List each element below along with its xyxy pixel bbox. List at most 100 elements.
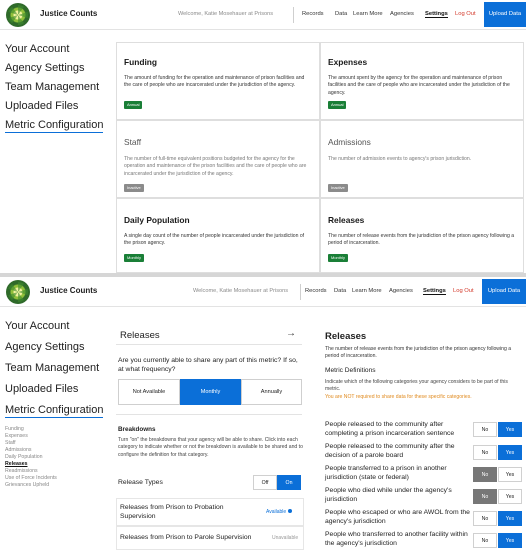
sidebar-item-metric-configuration[interactable]: Metric Configuration xyxy=(5,404,104,418)
sidebar-metric-grievances-upheld[interactable]: Grievances Upheld xyxy=(5,482,49,488)
sidebar-item-agency-settings[interactable]: Agency Settings xyxy=(5,341,85,353)
definition-yes-toggle[interactable]: Yes xyxy=(498,511,522,526)
sidebar-metric-daily-population[interactable]: Daily Population xyxy=(5,454,43,460)
header-divider xyxy=(300,284,301,300)
sidebar-metric-expenses[interactable]: Expenses xyxy=(5,433,28,439)
frequency-question: Are you currently able to share any part… xyxy=(118,357,298,373)
metric-card-releases[interactable]: Releases The number of release events fr… xyxy=(320,198,524,273)
sidebar-metric-readmissions[interactable]: Readmissions xyxy=(5,468,38,474)
metric-definitions-heading: Metric Definitions xyxy=(325,367,376,374)
metric-card-staff[interactable]: Staff The number of full-time equivalent… xyxy=(116,120,320,198)
sidebar-metric-use-of-force[interactable]: Use of Force Incidents xyxy=(5,475,57,481)
release-types-on-toggle[interactable]: On xyxy=(277,475,301,490)
sidebar-metric-admissions[interactable]: Admissions xyxy=(5,447,32,453)
sidebar-item-metric-configuration[interactable]: Metric Configuration xyxy=(5,119,104,133)
definition-yes-toggle[interactable]: Yes xyxy=(498,422,522,437)
release-types-off-toggle[interactable]: Off xyxy=(253,475,277,490)
nav-data[interactable]: Data xyxy=(334,288,346,294)
config-metric-title: Releases xyxy=(120,330,160,341)
sidebar-item-agency-settings[interactable]: Agency Settings xyxy=(5,62,85,74)
definition-no-toggle[interactable]: No xyxy=(473,422,497,437)
sidebar-metric-staff[interactable]: Staff xyxy=(5,440,16,446)
definition-label: People released to the community after t… xyxy=(325,443,455,459)
frequency-not-available-button[interactable]: Not Available xyxy=(118,379,180,405)
frequency-annually-button[interactable]: Annually xyxy=(241,379,302,405)
definition-yes-toggle[interactable]: Yes xyxy=(498,533,522,548)
sidebar-item-team-management[interactable]: Team Management xyxy=(5,81,99,93)
frequency-badge: Inactive xyxy=(328,184,348,192)
card-description: The number of release events from the ju… xyxy=(328,233,515,247)
definition-yes-toggle[interactable]: Yes xyxy=(498,445,522,460)
definition-no-toggle[interactable]: No xyxy=(473,467,497,482)
card-title: Funding xyxy=(124,57,158,67)
nav-settings[interactable]: Settings xyxy=(423,288,446,295)
frequency-monthly-button[interactable]: Monthly xyxy=(180,379,241,405)
sidebar-metric-releases[interactable]: Releases xyxy=(5,461,28,467)
arrow-right-icon[interactable]: → xyxy=(286,328,296,339)
nav-records[interactable]: Records xyxy=(302,11,324,17)
sidebar-item-uploaded-files[interactable]: Uploaded Files xyxy=(5,100,78,112)
release-type-item[interactable]: Releases from Prison to Parole Supervisi… xyxy=(116,526,304,550)
welcome-text: Welcome, Katie Mosehauer at Prisons xyxy=(193,288,289,294)
definition-no-toggle[interactable]: No xyxy=(473,445,497,460)
card-description: A single day count of the number of peop… xyxy=(124,233,305,247)
card-description: The amount spent by the agency for the o… xyxy=(328,75,510,96)
availability-status: Unavailable xyxy=(272,535,299,541)
not-required-warning: You are NOT required to share data for t… xyxy=(325,394,472,400)
release-types-label: Release Types xyxy=(118,479,163,486)
definition-label: People who died while under the agency's… xyxy=(325,487,452,503)
nav-data[interactable]: Data xyxy=(335,11,347,17)
definition-no-toggle[interactable]: No xyxy=(473,511,497,526)
release-type-item[interactable]: Releases from Prison to Probation Superv… xyxy=(116,498,304,526)
frequency-badge: Annual xyxy=(124,101,143,109)
header-divider xyxy=(293,7,294,23)
upload-data-button[interactable]: Upload Data xyxy=(482,279,526,304)
card-title: Expenses xyxy=(328,57,368,67)
sidebar-item-your-account[interactable]: Your Account xyxy=(5,320,69,332)
justice-counts-logo-icon[interactable] xyxy=(6,280,30,304)
sidebar-metric-funding[interactable]: Funding xyxy=(5,426,24,432)
nav-log-out[interactable]: Log Out xyxy=(453,288,474,294)
nav-learn-more[interactable]: Learn More xyxy=(353,11,383,17)
metric-card-expenses[interactable]: Expenses The amount spent by the agency … xyxy=(320,42,524,120)
sidebar-item-team-management[interactable]: Team Management xyxy=(5,362,99,374)
section-divider xyxy=(116,414,302,415)
brand-name: Justice Counts xyxy=(40,9,98,18)
welcome-text: Welcome, Katie Mosehauer at Prisons xyxy=(178,11,274,17)
breakdowns-heading: Breakdowns xyxy=(118,426,156,433)
brand-name: Justice Counts xyxy=(40,286,98,295)
sidebar-item-uploaded-files[interactable]: Uploaded Files xyxy=(5,383,78,395)
nav-agencies[interactable]: Agencies xyxy=(389,288,413,294)
metric-overview-panel: Justice Counts Welcome, Katie Mosehauer … xyxy=(0,0,526,273)
card-title: Admissions xyxy=(328,137,371,147)
nav-log-out[interactable]: Log Out xyxy=(455,11,476,17)
upload-data-button[interactable]: Upload Data xyxy=(484,2,526,27)
justice-counts-logo-icon[interactable] xyxy=(6,3,30,27)
sidebar-item-your-account[interactable]: Your Account xyxy=(5,43,69,55)
definition-no-toggle[interactable]: No xyxy=(473,489,497,504)
card-title: Daily Population xyxy=(124,215,190,225)
definition-label: People released to the community after c… xyxy=(325,421,455,437)
top-header: Justice Counts Welcome, Katie Mosehauer … xyxy=(0,0,526,30)
nav-settings[interactable]: Settings xyxy=(425,11,448,18)
metric-card-daily-population[interactable]: Daily Population A single day count of t… xyxy=(116,198,320,273)
card-description: The number of admission events to agency… xyxy=(328,156,472,162)
definition-no-toggle[interactable]: No xyxy=(473,533,497,548)
definition-label: People who transferred to another facili… xyxy=(325,531,468,547)
breakdowns-description: Turn "on" the breakdowns that your agenc… xyxy=(118,437,303,458)
definition-yes-toggle[interactable]: Yes xyxy=(498,489,522,504)
nav-records[interactable]: Records xyxy=(305,288,327,294)
card-title: Releases xyxy=(328,215,365,225)
metric-card-funding[interactable]: Funding The amount of funding for the op… xyxy=(116,42,320,120)
release-type-label: Releases from Prison to Probation Superv… xyxy=(120,504,224,520)
nav-agencies[interactable]: Agencies xyxy=(390,11,414,17)
metric-card-admissions[interactable]: Admissions The number of admission event… xyxy=(320,120,524,198)
definition-label: People transferred to a prison in anothe… xyxy=(325,465,447,481)
frequency-badge: Monthly xyxy=(328,254,349,262)
card-description: The amount of funding for the operation … xyxy=(124,75,305,89)
card-description: The number of full-time equivalent posit… xyxy=(124,156,307,177)
definition-yes-toggle[interactable]: Yes xyxy=(498,467,522,482)
nav-learn-more[interactable]: Learn More xyxy=(352,288,382,294)
frequency-badge: Annual xyxy=(328,101,347,109)
metric-definitions-text: Indicate which of the following categori… xyxy=(325,379,508,393)
